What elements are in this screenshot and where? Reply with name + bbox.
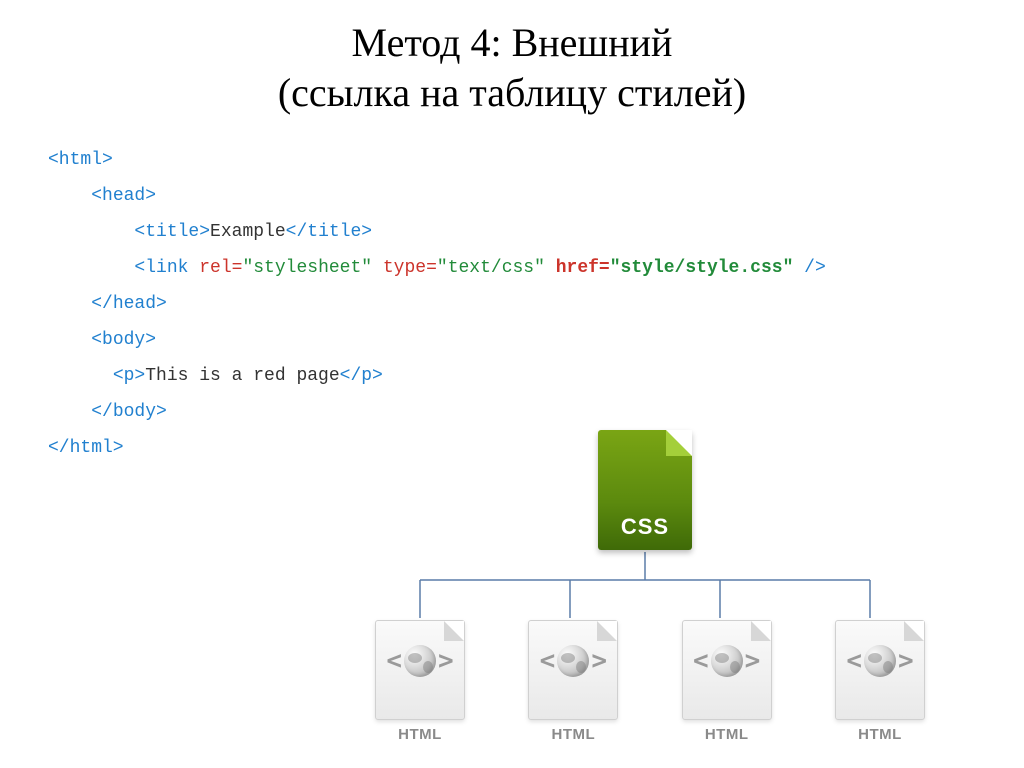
globe-icon (864, 645, 896, 677)
globe-icon (711, 645, 743, 677)
html-file-label: HTML (820, 726, 940, 743)
html-file-icon: < > HTML (820, 620, 940, 750)
html-file-label: HTML (667, 726, 787, 743)
angle-left-icon: < (386, 646, 402, 676)
html-file-label: HTML (360, 726, 480, 743)
angle-left-icon: < (846, 646, 862, 676)
angle-right-icon: > (745, 646, 761, 676)
css-html-diagram: CSS < > HTML < > (350, 430, 950, 750)
angle-right-icon: > (898, 646, 914, 676)
html-file-icon: < > HTML (667, 620, 787, 750)
code-example: <html> <head> <title>Example</title> <li… (0, 118, 1024, 466)
globe-icon (404, 645, 436, 677)
html-file-label: HTML (513, 726, 633, 743)
angle-right-icon: > (438, 646, 454, 676)
title-line-1: Метод 4: Внешний (352, 20, 673, 65)
html-file-icon: < > HTML (360, 620, 480, 750)
slide-title: Метод 4: Внешний (ссылка на таблицу стил… (0, 0, 1024, 118)
globe-icon (557, 645, 589, 677)
angle-left-icon: < (540, 646, 556, 676)
html-file-icon: < > HTML (513, 620, 633, 750)
html-files-row: < > HTML < > HTML < (350, 620, 950, 750)
title-line-2: (ссылка на таблицу стилей) (278, 70, 746, 115)
angle-left-icon: < (693, 646, 709, 676)
css-file-label: CSS (598, 514, 692, 540)
css-file-icon: CSS (590, 430, 700, 570)
angle-right-icon: > (591, 646, 607, 676)
